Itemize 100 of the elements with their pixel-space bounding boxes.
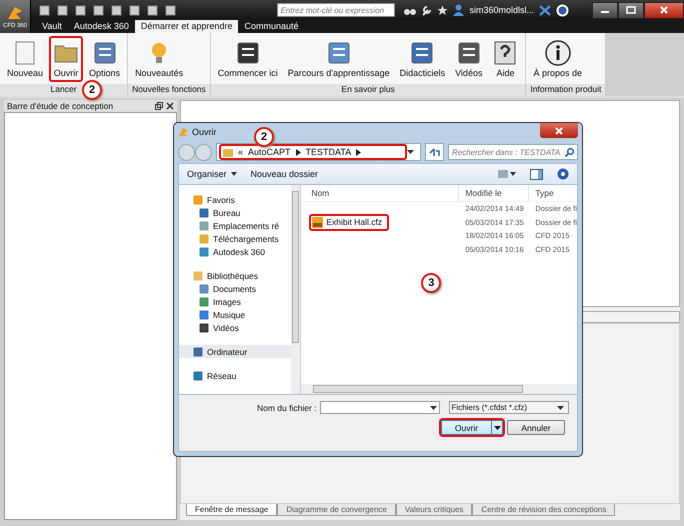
folder-icon bbox=[223, 148, 233, 156]
nav-item[interactable]: Images bbox=[179, 295, 292, 308]
organize-menu[interactable]: Organiser bbox=[187, 169, 237, 179]
file-name-field[interactable] bbox=[320, 401, 440, 414]
nav-item[interactable]: Téléchargements bbox=[179, 232, 292, 245]
minimize-button[interactable] bbox=[592, 2, 618, 18]
toolbar-icon[interactable] bbox=[111, 4, 122, 16]
help-icon[interactable] bbox=[556, 4, 569, 16]
search-field[interactable]: Rechercher dans : TESTDATA bbox=[448, 144, 578, 160]
open-button[interactable]: Ouvrir bbox=[441, 420, 503, 435]
dialog-title: Ouvrir bbox=[192, 127, 216, 137]
dropdown-arrow-icon[interactable] bbox=[407, 150, 414, 154]
cancel-button[interactable]: Annuler bbox=[507, 420, 565, 435]
address-bar[interactable]: « AutoCAPT TESTDATA bbox=[216, 143, 421, 161]
ribbon-button[interactable]: Ouvrir bbox=[49, 36, 84, 82]
ribbon-tab[interactable]: Communauté bbox=[238, 20, 304, 33]
ribbon-button[interactable]: À propos de bbox=[529, 36, 586, 82]
refresh-button[interactable] bbox=[425, 143, 444, 161]
ribbon-icon bbox=[234, 40, 261, 66]
column-header[interactable]: Nom bbox=[301, 185, 460, 201]
close-button[interactable] bbox=[644, 2, 684, 18]
nav-item[interactable]: Documents bbox=[179, 282, 292, 295]
close-icon[interactable] bbox=[166, 102, 174, 110]
step-number-badge: 2 bbox=[82, 80, 102, 100]
file-icon bbox=[312, 216, 324, 228]
ribbon-icon bbox=[326, 40, 352, 66]
arrow-icon[interactable] bbox=[296, 148, 301, 156]
file-type-dropdown[interactable]: Fichiers (*.cfdst *.cfz) bbox=[448, 401, 569, 414]
ribbon-button[interactable]: Commencer ici bbox=[214, 36, 282, 82]
refresh-icon bbox=[429, 148, 440, 156]
ribbon-button[interactable]: Parcours d'apprentissage bbox=[284, 36, 394, 82]
panel-tab[interactable]: Diagramme de convergence bbox=[277, 504, 396, 516]
float-icon[interactable] bbox=[155, 102, 163, 110]
app-icon bbox=[178, 126, 189, 138]
toolbar-icon[interactable] bbox=[129, 4, 140, 16]
preview-pane-icon[interactable] bbox=[530, 168, 543, 180]
column-header[interactable]: Type bbox=[529, 185, 577, 201]
toolbar-icon[interactable] bbox=[165, 4, 176, 16]
nav-item[interactable]: Bibliothèques bbox=[179, 269, 292, 282]
file-name[interactable]: Exhibit Hall.cfz bbox=[309, 214, 390, 231]
close-icon bbox=[554, 126, 564, 134]
nav-item[interactable]: Autodesk 360 bbox=[179, 245, 292, 258]
ribbon-button[interactable]: Vidéos bbox=[451, 36, 486, 82]
toolbar-icon[interactable] bbox=[39, 4, 50, 16]
panel-tab[interactable]: Valeurs critiques bbox=[396, 504, 472, 516]
ribbon-tab[interactable]: Démarrer et apprendre bbox=[134, 20, 238, 33]
user-name[interactable]: sim360moldlsl... bbox=[469, 5, 534, 15]
ribbon-group-label: En savoir plus bbox=[210, 84, 526, 96]
list-icon bbox=[92, 40, 118, 66]
search-field[interactable]: Entrez mot-clé ou expression bbox=[277, 3, 396, 17]
user-icon bbox=[453, 4, 464, 16]
ribbon-icon bbox=[409, 40, 436, 66]
maximize-button[interactable] bbox=[618, 2, 644, 18]
ribbon-button[interactable]: Didacticiels bbox=[396, 36, 450, 82]
ribbon-tab[interactable]: Autodesk 360 bbox=[68, 20, 135, 33]
toolbar-icon[interactable] bbox=[75, 4, 86, 16]
dropdown-arrow-icon bbox=[557, 406, 564, 410]
ribbon-button[interactable]: Options bbox=[85, 36, 124, 82]
ribbon-tab[interactable]: Vault bbox=[36, 20, 68, 33]
nav-item[interactable]: Favoris bbox=[179, 193, 292, 206]
caret-icon bbox=[230, 172, 237, 176]
new-folder-button[interactable]: Nouveau dossier bbox=[250, 169, 318, 179]
caret-icon bbox=[494, 426, 500, 430]
overflow-chevron[interactable]: « bbox=[238, 147, 244, 157]
ribbon-button[interactable]: Nouveau bbox=[3, 36, 48, 82]
panel-tab[interactable]: Centre de révision des conceptions bbox=[472, 504, 616, 516]
column-header[interactable]: Modifié le bbox=[459, 185, 530, 201]
breadcrumb-item[interactable]: AutoCAPT bbox=[248, 147, 291, 157]
step-number-badge: 2 bbox=[254, 127, 274, 147]
ribbon-button[interactable]: Nouveautés bbox=[131, 36, 188, 82]
help-icon[interactable] bbox=[557, 168, 569, 180]
view-icon[interactable] bbox=[498, 170, 516, 178]
folder-icon bbox=[193, 346, 203, 356]
toolbar-icon[interactable] bbox=[57, 4, 68, 16]
nav-item[interactable]: Réseau bbox=[179, 369, 292, 382]
field-label: Nom du fichier : bbox=[257, 402, 317, 412]
nav-item[interactable]: Ordinateur bbox=[179, 345, 292, 358]
toolbar-icon[interactable] bbox=[93, 4, 104, 16]
folder-icon bbox=[193, 370, 203, 380]
ribbon-icon bbox=[456, 40, 482, 66]
panel-tab[interactable]: Fenêtre de message bbox=[186, 504, 278, 516]
search-icon bbox=[565, 148, 574, 157]
close-button[interactable] bbox=[540, 123, 578, 138]
arrow-icon[interactable] bbox=[356, 148, 362, 156]
info-icon bbox=[544, 40, 571, 66]
nav-item[interactable]: Musique bbox=[179, 308, 292, 321]
maximize-icon bbox=[626, 6, 636, 14]
close-icon bbox=[659, 6, 669, 14]
breadcrumb-item[interactable]: TESTDATA bbox=[306, 147, 352, 157]
ribbon-group-label: Nouvelles fonctions bbox=[128, 84, 210, 96]
panel-title: Barre d'étude de conception bbox=[7, 101, 114, 111]
wrench-icon[interactable] bbox=[421, 4, 432, 16]
nav-item[interactable]: Emplacements ré bbox=[179, 219, 292, 232]
star-icon[interactable] bbox=[437, 4, 448, 16]
ribbon-group-label: Information produit bbox=[526, 84, 606, 96]
ribbon-button[interactable]: Aide bbox=[488, 36, 522, 82]
dropdown-arrow-icon[interactable] bbox=[430, 406, 437, 410]
nav-item[interactable]: Vidéos bbox=[179, 321, 292, 334]
toolbar-icon[interactable] bbox=[147, 4, 158, 16]
nav-item[interactable]: Bureau bbox=[179, 206, 292, 219]
